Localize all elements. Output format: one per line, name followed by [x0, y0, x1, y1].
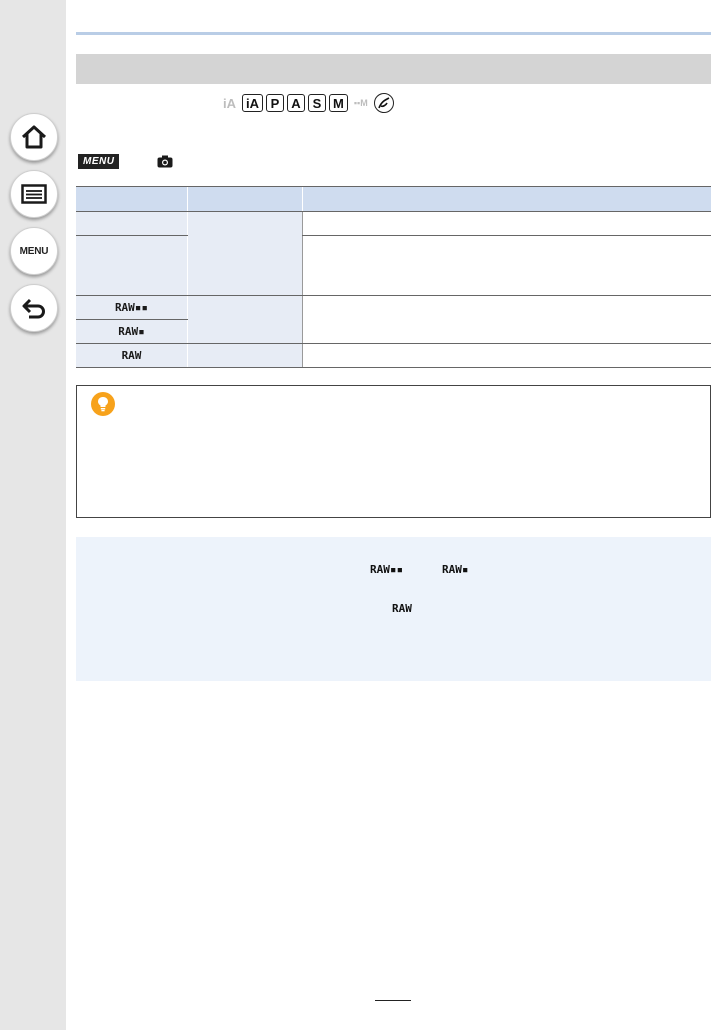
lightbulb-icon: [91, 392, 115, 416]
column-header: [76, 186, 188, 212]
header-rule: [76, 32, 711, 35]
contents-list-icon: [21, 184, 47, 204]
mode-ia-icon: iA: [223, 95, 236, 111]
column-header: [302, 186, 711, 212]
format-cell: [187, 211, 303, 296]
setting-cell: RAW▪▪: [76, 295, 188, 320]
table-row: [76, 235, 711, 296]
camera-icon: [157, 155, 173, 168]
raw-standard-icon: RAW▪: [442, 563, 469, 576]
settings-table: RAW▪▪ RAW▪ RAW: [76, 186, 711, 368]
menu-path: MENU: [78, 154, 173, 169]
format-cell: [187, 295, 303, 344]
setting-cell: [76, 235, 188, 296]
mode-s-icon: S: [308, 94, 326, 112]
home-icon: [21, 125, 47, 149]
description-cell: [302, 343, 711, 368]
description-cell: [302, 211, 711, 236]
setting-cell: RAW▪: [76, 319, 188, 344]
menu-icon: MENU: [19, 245, 49, 257]
menu-button[interactable]: MENU: [10, 227, 58, 275]
applicable-modes: iA iA P A S M ▪▪M: [220, 93, 394, 113]
description-cell: [302, 295, 711, 344]
table-row: RAW▪▪: [76, 295, 711, 344]
raw-fine-icon: RAW▪▪: [370, 563, 404, 576]
contents-button[interactable]: [10, 170, 58, 218]
setting-cell: RAW: [76, 343, 188, 368]
section-title-bar: [76, 54, 711, 84]
tip-box: [76, 385, 711, 518]
column-header: [187, 186, 303, 212]
mode-a-icon: A: [287, 94, 305, 112]
menu-badge: MENU: [78, 154, 120, 169]
table-row: RAW: [76, 343, 711, 368]
back-arrow-icon: [22, 298, 45, 319]
table-row: [76, 211, 711, 296]
mode-p-icon: P: [266, 94, 284, 112]
note-box: RAW▪▪ RAW▪ RAW: [76, 537, 711, 681]
mode-creative-icon: [373, 93, 394, 113]
sidebar: MENU: [0, 0, 66, 1030]
mode-m-icon: M: [329, 94, 348, 112]
table-header-row: [76, 186, 711, 212]
back-button[interactable]: [10, 284, 58, 332]
page-number-rule: [375, 1000, 411, 1001]
home-button[interactable]: [10, 113, 58, 161]
raw-only-icon: RAW: [392, 602, 412, 615]
mode-ia-plus-icon: iA: [242, 94, 263, 112]
setting-cell: [76, 211, 188, 236]
description-cell: [302, 235, 711, 296]
format-cell: [187, 343, 303, 368]
mode-movie-m-icon: ▪▪M: [353, 98, 368, 108]
